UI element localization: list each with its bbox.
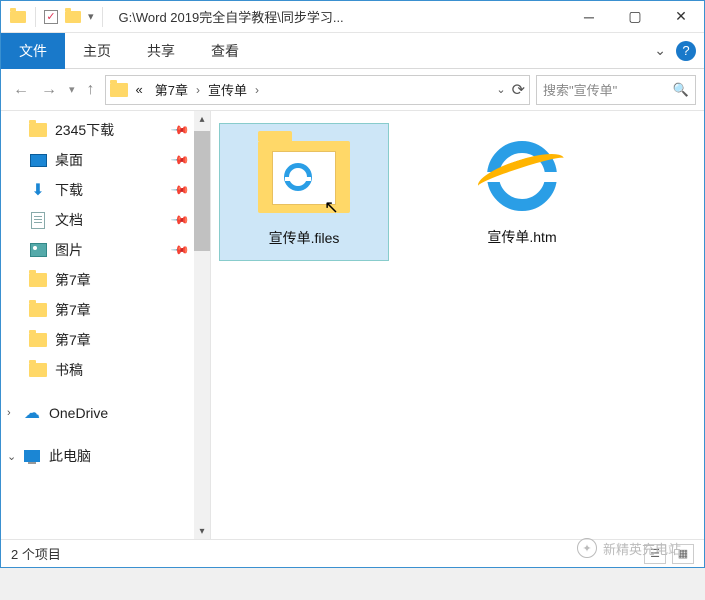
status-text: 2 个项目 bbox=[11, 544, 61, 563]
nav-arrows: ← → ▾ ↑ bbox=[9, 81, 99, 99]
folder-thumbnail: ↖ bbox=[249, 132, 359, 222]
window-title: G:\Word 2019完全自学教程\同步学习... bbox=[113, 7, 566, 26]
window-controls: ─ ▢ ✕ bbox=[566, 2, 704, 32]
sidebar-item-label: 书稿 bbox=[55, 360, 83, 380]
sidebar-item-label: 桌面 bbox=[55, 150, 83, 170]
folder-icon[interactable] bbox=[64, 8, 82, 26]
file-label: 宣传单.htm bbox=[487, 227, 556, 247]
history-dropdown-icon[interactable]: ▾ bbox=[69, 83, 75, 96]
sidebar-item-pictures[interactable]: 图片 📌 bbox=[1, 235, 210, 265]
tab-home[interactable]: 主页 bbox=[65, 33, 129, 69]
sidebar-item-label: 文档 bbox=[55, 210, 83, 230]
forward-button[interactable]: → bbox=[41, 81, 57, 99]
separator bbox=[35, 7, 36, 27]
tab-view[interactable]: 查看 bbox=[193, 33, 257, 69]
explorer-window: ✓ ▾ G:\Word 2019完全自学教程\同步学习... ─ ▢ ✕ 文件 … bbox=[0, 0, 705, 568]
folder-icon bbox=[110, 81, 128, 99]
refresh-icon[interactable]: ⟳ bbox=[512, 80, 525, 100]
sidebar-item-label: 此电脑 bbox=[49, 446, 91, 466]
wechat-icon: ✦ bbox=[577, 538, 597, 558]
sidebar-item-desktop[interactable]: 桌面 📌 bbox=[1, 145, 210, 175]
file-item-htm[interactable]: 宣传单.htm bbox=[437, 123, 607, 259]
chevron-down-icon[interactable]: ⌄ bbox=[7, 450, 16, 463]
ribbon-tabs: 文件 主页 共享 查看 ⌄ ? bbox=[1, 33, 704, 69]
htm-thumbnail bbox=[467, 131, 577, 221]
navigation-bar: ← → ▾ ↑ « 第7章 › 宣传单 › ⌄ ⟳ 搜索"宣传单" 🔍 bbox=[1, 69, 704, 111]
tab-share[interactable]: 共享 bbox=[129, 33, 193, 69]
desktop-icon bbox=[29, 151, 47, 169]
sidebar-item-label: 下载 bbox=[55, 180, 83, 200]
pin-icon: 📌 bbox=[170, 210, 190, 230]
sidebar-item-documents[interactable]: 文档 📌 bbox=[1, 205, 210, 235]
sidebar-item-onedrive[interactable]: › ☁ OneDrive bbox=[1, 399, 210, 427]
properties-checkbox-icon[interactable]: ✓ bbox=[44, 10, 58, 24]
cloud-icon: ☁ bbox=[23, 404, 41, 422]
download-icon: ⬇ bbox=[29, 181, 47, 199]
sidebar-item-label: 图片 bbox=[55, 240, 83, 260]
navigation-pane: 2345下载 📌 桌面 📌 ⬇ 下载 📌 文档 📌 图片 📌 bbox=[1, 111, 211, 539]
folder-icon bbox=[29, 301, 47, 319]
sidebar-item-chapter7[interactable]: 第7章 bbox=[1, 265, 210, 295]
folder-icon bbox=[29, 121, 47, 139]
folder-icon bbox=[9, 8, 27, 26]
ribbon-expand-icon[interactable]: ⌄ bbox=[654, 42, 666, 59]
watermark: ✦ 新精英充电站 bbox=[577, 538, 681, 558]
sidebar-item-manuscript[interactable]: 书稿 bbox=[1, 355, 210, 385]
document-icon bbox=[29, 211, 47, 229]
scrollbar[interactable]: ▴ ▾ bbox=[194, 111, 210, 539]
scrollbar-thumb[interactable] bbox=[194, 131, 210, 251]
help-icon[interactable]: ? bbox=[676, 41, 696, 61]
scroll-down-icon[interactable]: ▾ bbox=[194, 523, 210, 539]
cursor-icon: ↖ bbox=[324, 197, 339, 218]
sidebar-item-thispc[interactable]: ⌄ 此电脑 bbox=[1, 441, 210, 471]
breadcrumb-overflow[interactable]: « bbox=[132, 80, 147, 99]
chevron-right-icon[interactable]: › bbox=[255, 83, 259, 97]
tab-file[interactable]: 文件 bbox=[1, 33, 65, 69]
maximize-button[interactable]: ▢ bbox=[612, 2, 658, 32]
search-placeholder: 搜索"宣传单" bbox=[543, 80, 617, 99]
content-area: 2345下载 📌 桌面 📌 ⬇ 下载 📌 文档 📌 图片 📌 bbox=[1, 111, 704, 539]
pin-icon: 📌 bbox=[170, 150, 190, 170]
sidebar-item-label: 第7章 bbox=[55, 300, 91, 320]
watermark-text: 新精英充电站 bbox=[603, 539, 681, 558]
picture-icon bbox=[29, 241, 47, 259]
quick-access-toolbar: ✓ ▾ bbox=[1, 7, 113, 27]
sidebar-item-chapter7[interactable]: 第7章 bbox=[1, 295, 210, 325]
breadcrumb[interactable]: 宣传单 bbox=[204, 78, 251, 101]
folder-icon bbox=[29, 271, 47, 289]
pin-icon: 📌 bbox=[170, 120, 190, 140]
minimize-button[interactable]: ─ bbox=[566, 2, 612, 32]
pin-icon: 📌 bbox=[170, 180, 190, 200]
sidebar-item-label: 2345下载 bbox=[55, 120, 114, 140]
folder-icon bbox=[29, 361, 47, 379]
file-list: ↖ 宣传单.files 宣传单.htm bbox=[211, 111, 704, 539]
computer-icon bbox=[23, 447, 41, 465]
search-input[interactable]: 搜索"宣传单" 🔍 bbox=[536, 75, 696, 105]
ie-icon bbox=[482, 136, 562, 216]
title-bar: ✓ ▾ G:\Word 2019完全自学教程\同步学习... ─ ▢ ✕ bbox=[1, 1, 704, 33]
address-dropdown-icon[interactable]: ⌄ bbox=[496, 83, 505, 96]
sidebar-item-2345download[interactable]: 2345下载 📌 bbox=[1, 115, 210, 145]
file-item-folder[interactable]: ↖ 宣传单.files bbox=[219, 123, 389, 261]
up-button[interactable]: ↑ bbox=[87, 81, 95, 99]
ie-icon bbox=[284, 163, 312, 191]
scroll-up-icon[interactable]: ▴ bbox=[194, 111, 210, 127]
separator bbox=[102, 7, 103, 27]
sidebar-item-label: OneDrive bbox=[49, 405, 108, 421]
qat-dropdown-icon[interactable]: ▾ bbox=[88, 10, 94, 23]
file-label: 宣传单.files bbox=[269, 228, 340, 248]
search-icon[interactable]: 🔍 bbox=[673, 82, 689, 98]
sidebar-item-downloads[interactable]: ⬇ 下载 📌 bbox=[1, 175, 210, 205]
chevron-right-icon[interactable]: › bbox=[196, 83, 200, 97]
pin-icon: 📌 bbox=[170, 240, 190, 260]
back-button[interactable]: ← bbox=[13, 81, 29, 99]
chevron-right-icon[interactable]: › bbox=[7, 407, 11, 419]
breadcrumb[interactable]: 第7章 bbox=[151, 78, 192, 101]
sidebar-item-label: 第7章 bbox=[55, 330, 91, 350]
folder-icon bbox=[29, 331, 47, 349]
address-bar[interactable]: « 第7章 › 宣传单 › ⌄ ⟳ bbox=[105, 75, 530, 105]
close-button[interactable]: ✕ bbox=[658, 2, 704, 32]
sidebar-item-label: 第7章 bbox=[55, 270, 91, 290]
sidebar-item-chapter7[interactable]: 第7章 bbox=[1, 325, 210, 355]
